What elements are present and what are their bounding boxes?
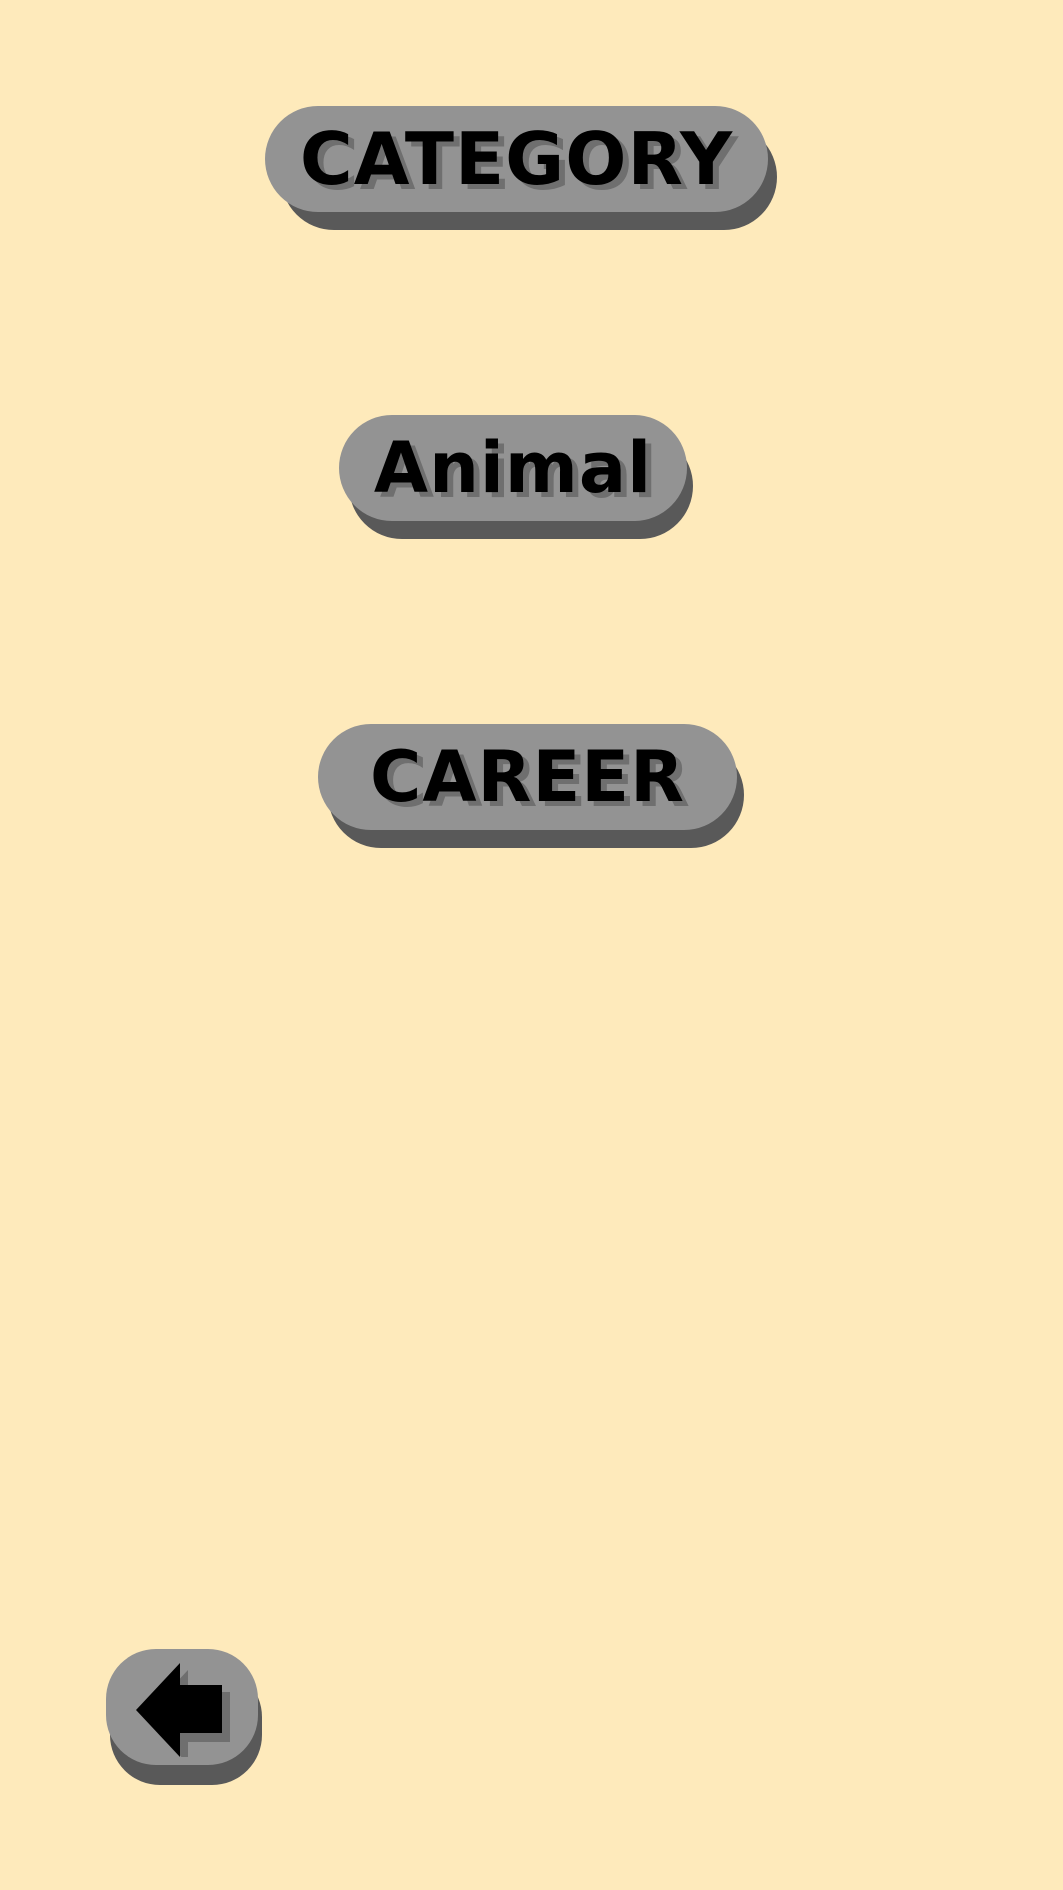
- category-title-banner: CATEGORY: [265, 106, 777, 230]
- category-animal-button[interactable]: Animal: [339, 415, 693, 539]
- back-button[interactable]: [106, 1649, 262, 1785]
- animal-button-label: Animal: [373, 427, 653, 509]
- career-button-label: CAREER: [370, 736, 685, 818]
- back-button-face[interactable]: [106, 1649, 258, 1765]
- back-arrow-icon: [132, 1657, 232, 1757]
- career-button-face[interactable]: CAREER: [318, 724, 737, 830]
- category-career-button[interactable]: CAREER: [318, 724, 744, 848]
- animal-button-face[interactable]: Animal: [339, 415, 687, 521]
- title-banner-face: CATEGORY: [265, 106, 768, 212]
- page-title: CATEGORY: [299, 117, 734, 201]
